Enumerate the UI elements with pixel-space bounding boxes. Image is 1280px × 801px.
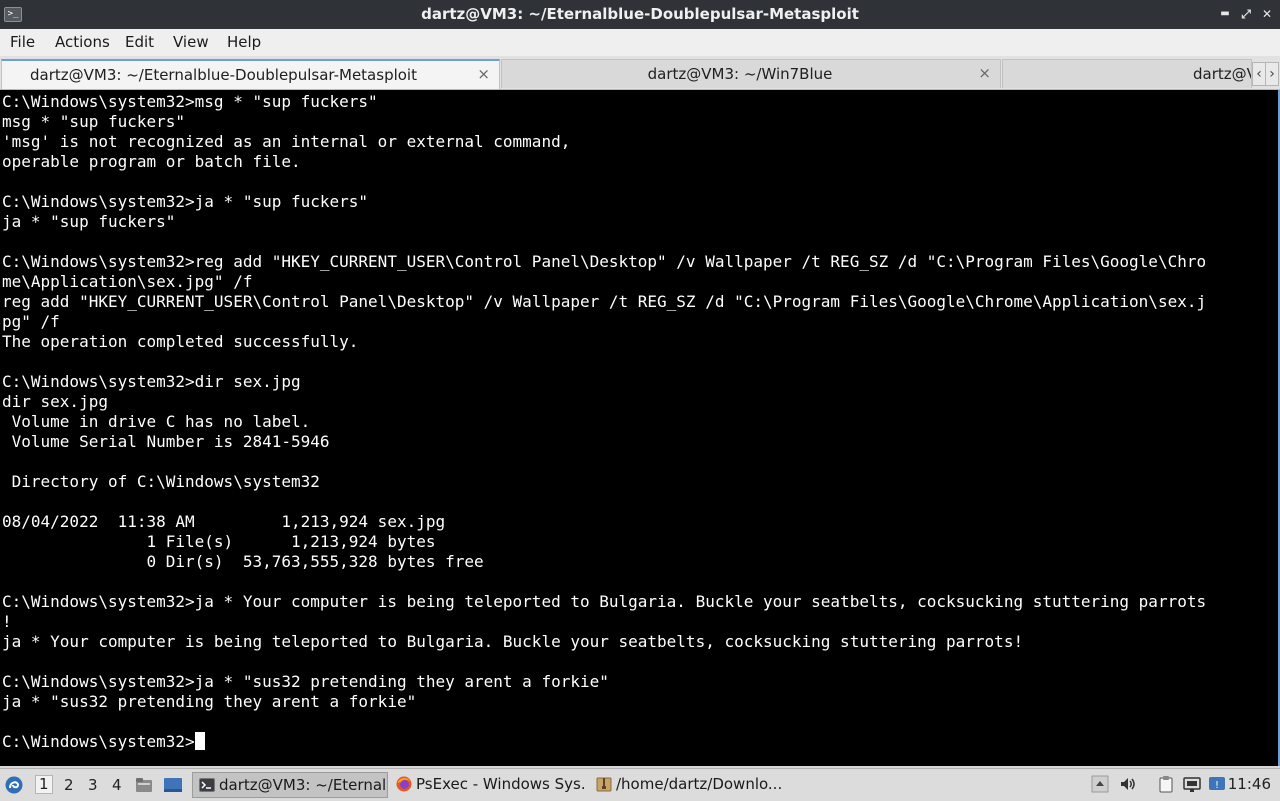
workspace-2[interactable]: 2 (64, 777, 74, 794)
start-menu-icon[interactable] (4, 775, 24, 795)
window-titlebar[interactable]: >_ dartz@VM3: ~/Eternalblue-Doublepulsar… (0, 0, 1280, 29)
workspace-1[interactable]: 1 (35, 775, 53, 794)
menu-help[interactable]: Help (227, 34, 261, 51)
archive-icon (596, 776, 612, 792)
tab-scroll-right-icon[interactable]: › (1265, 62, 1279, 86)
tab-label: dartz@VM3: ~/Eternalblue-Doublepulsar-Me… (30, 66, 417, 84)
tab-win7blue[interactable]: dartz@VM3: ~/Win7Blue × (501, 59, 1001, 88)
menu-view[interactable]: View (173, 34, 209, 51)
updates-icon[interactable]: ! (1208, 775, 1226, 793)
text-cursor (194, 732, 205, 750)
task-label: dartz@VM3: ~/Eternal... (219, 776, 388, 794)
minimize-button[interactable]: ▬ (1217, 6, 1233, 22)
tab-scroll-left-icon[interactable]: ‹ (1252, 62, 1266, 86)
file-manager-icon[interactable] (135, 776, 153, 794)
tab-label: dartz@V (1193, 65, 1252, 83)
taskbar: 1 2 3 4 dartz@VM3: ~/Eternal... PsExec -… (0, 768, 1280, 801)
svg-text:!: ! (1215, 780, 1219, 791)
tab-close-icon[interactable]: × (477, 66, 490, 83)
task-label: PsExec - Windows Sys... (416, 775, 586, 793)
menu-file[interactable]: File (10, 34, 35, 51)
tab-third[interactable]: dartz@V (1002, 59, 1252, 88)
terminal-output[interactable]: C:\Windows\system32>msg * "sup fuckers" … (0, 90, 1280, 766)
tray-up-arrow-icon[interactable] (1091, 775, 1109, 793)
window-title: dartz@VM3: ~/Eternalblue-Doublepulsar-Me… (421, 5, 859, 23)
show-desktop-icon[interactable] (163, 776, 183, 794)
volume-icon[interactable] (1119, 775, 1137, 793)
task-terminal[interactable]: dartz@VM3: ~/Eternal... (192, 772, 388, 798)
maximize-button[interactable]: ⤢ (1238, 6, 1254, 22)
task-archive[interactable]: /home/dartz/Downlo... (590, 772, 786, 798)
tab-close-icon[interactable]: × (978, 65, 991, 82)
workspace-3[interactable]: 3 (88, 777, 98, 794)
task-label: /home/dartz/Downlo... (616, 775, 783, 793)
task-firefox[interactable]: PsExec - Windows Sys... (390, 772, 586, 798)
menu-bar: File Actions Edit View Help (0, 29, 1280, 56)
close-button[interactable]: ✕ (1259, 6, 1275, 22)
menu-actions[interactable]: Actions (55, 34, 110, 51)
terminal-icon (199, 777, 215, 793)
network-icon[interactable] (1183, 775, 1201, 793)
clock[interactable]: 11:46 (1228, 776, 1271, 793)
terminal-prompt: C:\Windows\system32> (2, 732, 195, 751)
tab-eternalblue[interactable]: dartz@VM3: ~/Eternalblue-Doublepulsar-Me… (1, 59, 500, 89)
tab-bar: dartz@VM3: ~/Eternalblue-Doublepulsar-Me… (0, 56, 1280, 90)
terminal-text: C:\Windows\system32>msg * "sup fuckers" … (2, 92, 1207, 711)
workspace-4[interactable]: 4 (112, 777, 122, 794)
clipboard-icon[interactable] (1157, 775, 1175, 793)
menu-edit[interactable]: Edit (125, 34, 154, 51)
tab-label: dartz@VM3: ~/Win7Blue (647, 65, 833, 83)
firefox-icon (396, 776, 412, 792)
